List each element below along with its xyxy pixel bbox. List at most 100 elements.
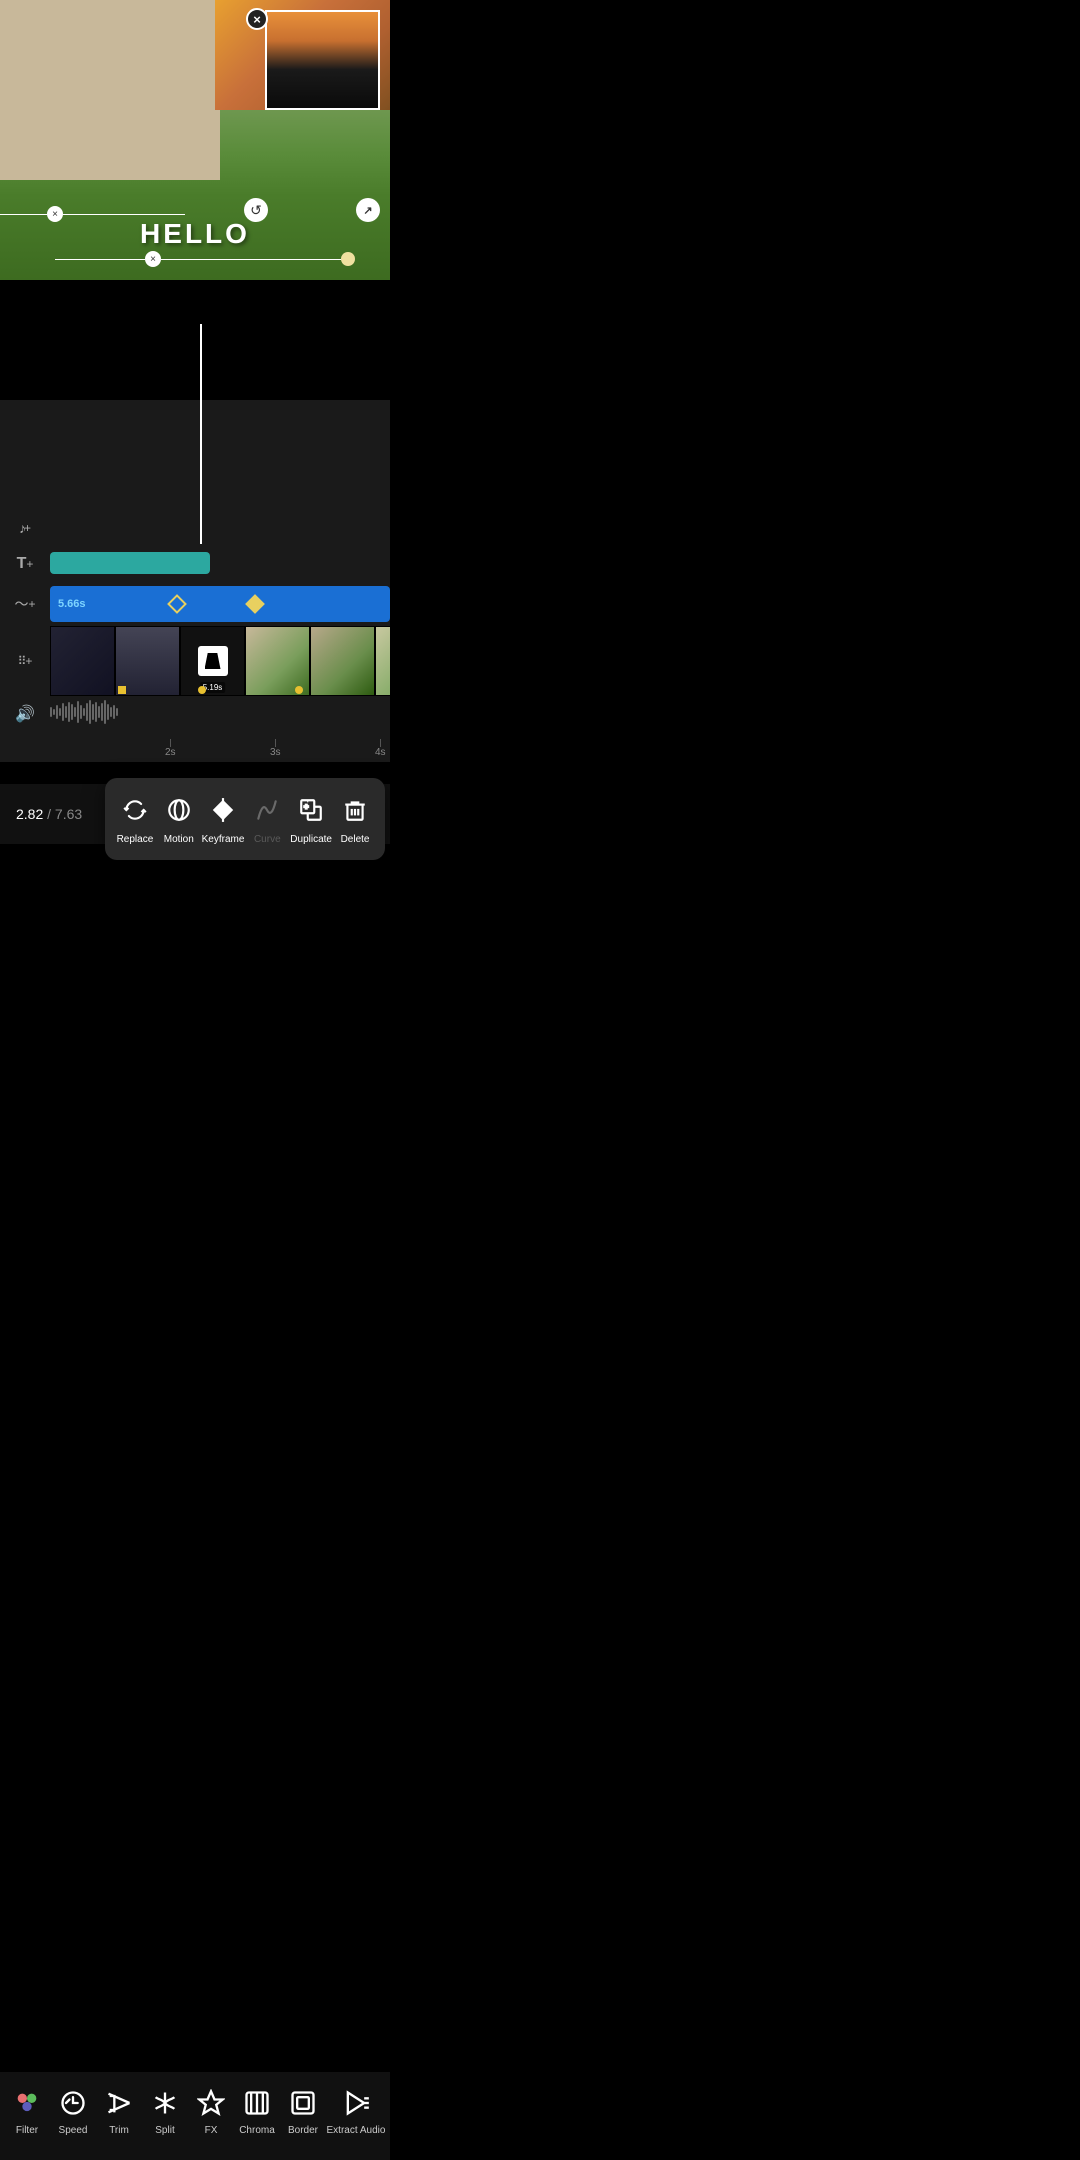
volume-track-row: 🔊 [0, 696, 390, 732]
adj-track-icon: 〜 + [0, 594, 50, 614]
menu-item-replace[interactable]: Replace [114, 792, 156, 846]
video-filmstrip-row: ⠿ + 5.19s [0, 626, 390, 696]
text-icon: T [17, 555, 27, 573]
video-track-icon: ⠿ + [0, 654, 50, 668]
wave-bar [113, 705, 115, 719]
pip-close-button[interactable]: × [246, 8, 268, 30]
wave-bar [80, 705, 82, 719]
speed-icon [55, 2085, 91, 2121]
chroma-tool[interactable]: Chroma [235, 2085, 280, 2136]
hello-text-overlay[interactable]: HELLO [0, 218, 390, 250]
motion-icon [161, 792, 197, 828]
ruler-tick [380, 739, 381, 747]
wave-bar [95, 702, 97, 722]
curve-icon [249, 792, 285, 828]
add-music-icon[interactable]: + [24, 521, 31, 535]
adjustment-track-bar[interactable] [50, 586, 390, 622]
border-label: Border [288, 2125, 318, 2136]
extract-audio-tool[interactable]: Extract Audio [327, 2085, 386, 2136]
motion-label: Motion [164, 834, 194, 846]
border-tool[interactable]: Border [281, 2085, 326, 2136]
text-track-bar[interactable] [50, 552, 210, 574]
timeline-section: Replace Motion Keyframe Curve + [0, 400, 390, 762]
filter-icon [9, 2085, 45, 2121]
playhead-line [200, 324, 202, 544]
ruler-mark-2s: 2s [165, 739, 176, 758]
volume-icon: 🔊 [15, 704, 35, 724]
wave-bar [92, 704, 94, 720]
handle-line-left [0, 214, 47, 215]
border-icon [285, 2085, 321, 2121]
wave-bar [59, 708, 61, 716]
menu-item-motion[interactable]: Motion [158, 792, 200, 846]
extract-audio-icon [338, 2085, 374, 2121]
keyframe-icon [205, 792, 241, 828]
wave-bar [65, 706, 67, 718]
music-track-row: ♪ + [0, 510, 390, 546]
add-text-icon[interactable]: + [26, 557, 33, 571]
add-video-icon[interactable]: + [25, 654, 32, 668]
split-tool[interactable]: Split [143, 2085, 188, 2136]
fx-tool[interactable]: FX [189, 2085, 234, 2136]
menu-item-keyframe[interactable]: Keyframe [202, 792, 245, 846]
wave-bar [104, 700, 106, 724]
menu-item-curve: Curve [246, 792, 288, 846]
extract-audio-label: Extract Audio [327, 2125, 386, 2136]
adjustment-track-label: 5.66s [58, 598, 86, 610]
video-filmstrip[interactable]: 5.19s [50, 626, 390, 696]
keyframe-dot-3 [295, 686, 303, 694]
replace-label: Replace [117, 834, 154, 846]
ruler-label-4s: 4s [375, 747, 386, 758]
timeline-ruler: 2s 3s 4s [50, 732, 390, 762]
time-separator: / [47, 806, 51, 822]
handle-x-bottom[interactable]: × [145, 251, 161, 267]
wave-bar [50, 707, 52, 717]
filter-label: Filter [16, 2125, 38, 2136]
menu-item-duplicate[interactable]: + Duplicate [290, 792, 332, 846]
text-handle-bottom: × [55, 251, 355, 267]
filter-tool[interactable]: Filter [5, 2085, 50, 2136]
text-track-icon: T + [0, 555, 50, 573]
svg-text:+: + [304, 802, 309, 811]
ruler-label-2s: 2s [165, 747, 176, 758]
curve-label: Curve [254, 834, 281, 846]
handle-dot[interactable] [341, 252, 355, 266]
time-display: 2.82 / 7.63 [16, 806, 82, 822]
wave-bar [83, 708, 85, 716]
chroma-label: Chroma [239, 2125, 275, 2136]
fx-label: FX [205, 2125, 218, 2136]
wave-bar [107, 704, 109, 720]
timeline-tracks: ♪ + T + 〜 + 5.66s [0, 510, 390, 762]
ruler-mark-4s: 4s [375, 739, 386, 758]
pip-box[interactable] [265, 10, 380, 110]
wave-bar [98, 706, 100, 718]
volume-track-icon: 🔊 [0, 704, 50, 724]
text-track-row: T + [0, 546, 390, 582]
trim-label: Trim [109, 2125, 129, 2136]
wave-bar [74, 707, 76, 717]
split-icon [147, 2085, 183, 2121]
text-track-content [50, 546, 390, 582]
frame-icon [198, 646, 228, 676]
keyframe-label: Keyframe [202, 834, 245, 846]
wave-bar [53, 709, 55, 715]
frame-inner-icon [205, 653, 221, 669]
speed-tool[interactable]: Speed [51, 2085, 96, 2136]
add-adj-icon[interactable]: + [28, 597, 35, 611]
replace-icon [117, 792, 153, 828]
wave-bar [89, 700, 91, 724]
film-frame-1 [50, 626, 115, 696]
menu-item-delete[interactable]: Delete [334, 792, 376, 846]
adjustment-track-row: 〜 + 5.66s [0, 582, 390, 626]
video-preview: × ↺ ↗ × HELLO × [0, 0, 390, 340]
trim-tool[interactable]: Trim [97, 2085, 142, 2136]
ruler-mark-3s: 3s [270, 739, 281, 758]
wave-bar [56, 705, 58, 719]
wave-bar [116, 708, 118, 716]
music-track-icon: ♪ + [0, 520, 50, 536]
trim-icon [101, 2085, 137, 2121]
keyframe-dot-1 [118, 686, 126, 694]
ruler-tick [170, 739, 171, 747]
split-label: Split [155, 2125, 174, 2136]
bottom-toolbar: Filter Speed Trim [0, 2072, 390, 2160]
